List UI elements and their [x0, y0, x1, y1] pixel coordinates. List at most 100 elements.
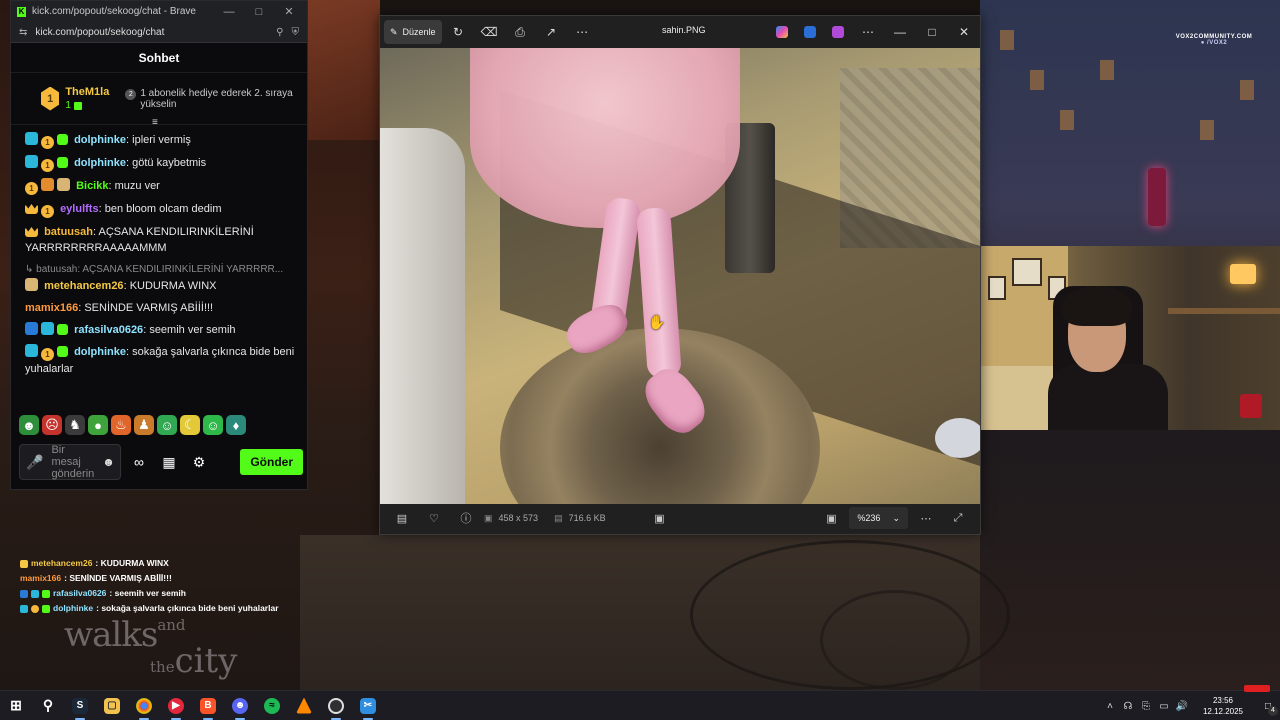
notification-count: 4: [1268, 705, 1278, 716]
chat-username[interactable]: metehancem26: [44, 280, 124, 292]
emote-icon[interactable]: ☻: [19, 415, 39, 435]
subscriber-badge-icon: 1: [41, 136, 54, 149]
brave-icon: B: [200, 697, 216, 714]
taskbar-brave[interactable]: B: [192, 691, 224, 720]
chat-username[interactable]: dolphinke: [74, 134, 126, 146]
chevron-down-icon: ⌄: [892, 512, 900, 523]
toolbar-more-icon[interactable]: ⋯: [852, 25, 884, 39]
media-player-icon: ▶: [168, 697, 184, 714]
chat-title: Sohbet: [11, 43, 307, 73]
search-button[interactable]: ⚲: [32, 691, 64, 720]
info-icon[interactable]: ⓘ: [452, 510, 480, 526]
taskbar-vlc[interactable]: [288, 691, 320, 720]
brave-shields-icon[interactable]: ⛨: [292, 27, 300, 38]
network-icon[interactable]: ▭: [1156, 701, 1172, 712]
visual-search-icon[interactable]: ▣: [645, 512, 673, 525]
webcam-shelf: [1168, 308, 1280, 314]
taskbar-snipping-tool[interactable]: ✂: [352, 691, 384, 720]
taskbar-obs[interactable]: [320, 691, 352, 720]
filmstrip-icon[interactable]: ▤: [388, 512, 416, 525]
chat-username[interactable]: mamix166: [25, 302, 78, 314]
notification-center[interactable]: □ 4: [1256, 701, 1280, 716]
edit-button[interactable]: ✎ Düzenle: [384, 20, 442, 44]
taskbar-discord[interactable]: ☻: [224, 691, 256, 720]
emote-icon[interactable]: ●: [88, 415, 108, 435]
taskbar-steam[interactable]: S: [64, 691, 96, 720]
spotify-icon: ≈: [264, 697, 280, 714]
more-options-icon[interactable]: ⋯: [568, 20, 597, 44]
minimize-icon[interactable]: —: [217, 6, 241, 18]
chat-message-input[interactable]: 🎤 Bir mesaj gönderin ☻: [19, 444, 121, 480]
chat-input-placeholder[interactable]: Bir mesaj gönderin: [51, 444, 94, 480]
emote-icon[interactable]: ☾: [180, 415, 200, 435]
chat-username[interactable]: rafasilva0626: [74, 324, 143, 336]
chat-input-row: 🎤 Bir mesaj gönderin ☻ ∞ ▦ ⚙ Gönder: [19, 444, 303, 480]
taskbar-spotify[interactable]: ≈: [256, 691, 288, 720]
taskbar-file-explorer[interactable]: ▢: [96, 691, 128, 720]
emoji-picker-icon[interactable]: ☻: [102, 455, 115, 469]
kick-emotes-icon[interactable]: ∞: [127, 454, 151, 470]
chat-username[interactable]: batuusah: [44, 226, 93, 238]
minimize-icon[interactable]: —: [884, 25, 916, 39]
building-window: [1240, 80, 1254, 100]
emote-icon[interactable]: ♞: [65, 415, 85, 435]
copilot-icon[interactable]: [776, 26, 788, 38]
collapse-icon[interactable]: ≡: [152, 117, 158, 128]
headset-icon[interactable]: ☊: [1120, 701, 1136, 712]
chat-username[interactable]: dolphinke: [74, 346, 126, 358]
url-text[interactable]: kick.com/popout/sekoog/chat: [35, 27, 268, 38]
settings-gear-icon[interactable]: ⚙: [187, 454, 211, 471]
usb-icon[interactable]: ⎘: [1138, 701, 1154, 712]
gift-badge-icon: [57, 324, 68, 335]
status-more-icon[interactable]: ⋯: [912, 512, 940, 525]
delete-icon[interactable]: ⌫: [475, 20, 504, 44]
chat-message: mamix166: SENİNDE VARMIŞ ABİİİ!!!: [25, 302, 214, 314]
gift-leaderboard[interactable]: 1 TheM1la 1 2 1 abonelik hediye ederek 2…: [11, 73, 307, 128]
address-bar[interactable]: ⇆ kick.com/popout/sekoog/chat ⚲ ⛨: [11, 22, 307, 43]
emote-icon[interactable]: ♨: [111, 415, 131, 435]
chat-text: götü kaybetmis: [132, 157, 207, 169]
overlay-chat-line: rafasilva0626 : seemih ver semih: [20, 586, 320, 601]
maximize-icon[interactable]: □: [916, 25, 948, 39]
og-badge-icon: [25, 155, 38, 168]
show-hidden-icons-icon[interactable]: ˄: [1102, 701, 1118, 712]
emote-icon[interactable]: ☺: [157, 415, 177, 435]
overlay-chat-text: : SENİNDE VARMIŞ ABİİİ!!!: [64, 573, 172, 583]
maximize-icon[interactable]: □: [247, 6, 271, 18]
send-button[interactable]: Gönder: [240, 449, 303, 475]
photo-editor-icon[interactable]: [804, 26, 816, 38]
crown-badge-icon: [25, 204, 38, 214]
taskbar-media-player[interactable]: ▶: [160, 691, 192, 720]
taskbar-chrome[interactable]: [128, 691, 160, 720]
clipchamp-icon[interactable]: [832, 26, 844, 38]
zoom-dropdown[interactable]: %236 ⌄: [849, 507, 908, 529]
reply-reference[interactable]: ↳ batuusah: AÇSANA KENDILIRINKİLERİNİ YA…: [25, 259, 295, 278]
volume-icon[interactable]: 🔊: [1174, 701, 1190, 712]
zoom-icon[interactable]: ⚲: [276, 27, 283, 38]
fullscreen-icon[interactable]: ⤢: [944, 512, 972, 525]
chat-username[interactable]: Bicikk: [76, 180, 108, 192]
favorite-icon[interactable]: ♡: [420, 512, 448, 525]
close-icon[interactable]: ✕: [277, 5, 301, 18]
photo-canvas[interactable]: ✋: [380, 48, 980, 504]
chat-username[interactable]: dolphinke: [74, 157, 126, 169]
fit-to-window-icon[interactable]: ▣: [817, 512, 845, 525]
emote-icon[interactable]: ♟: [134, 415, 154, 435]
share-icon[interactable]: ↗: [537, 20, 566, 44]
store-icon[interactable]: ▦: [157, 454, 181, 471]
rotate-icon[interactable]: ↻: [444, 20, 473, 44]
print-icon[interactable]: ⎙: [506, 20, 535, 44]
emote-icon[interactable]: ☹: [42, 415, 62, 435]
file-size-icon: ▤: [554, 512, 563, 523]
site-settings-icon[interactable]: ⇆: [19, 27, 27, 38]
moderator-badge-icon: [41, 178, 54, 191]
emote-icon[interactable]: ☺: [203, 415, 223, 435]
og-badge-icon: [25, 132, 38, 145]
emote-icon[interactable]: ♦: [226, 415, 246, 435]
chat-username[interactable]: eylulfts: [60, 203, 99, 215]
taskbar-clock[interactable]: 23:56 12.12.2025: [1192, 695, 1254, 717]
mic-icon[interactable]: 🎤: [26, 454, 43, 471]
windows-taskbar: ⊞ ⚲ S ▢ ▶ B ☻ ≈ ✂ ˄ ☊ ⎘ ▭ 🔊 23:56 12.12.…: [0, 685, 1280, 720]
start-button[interactable]: ⊞: [0, 691, 32, 720]
close-icon[interactable]: ✕: [948, 25, 980, 39]
